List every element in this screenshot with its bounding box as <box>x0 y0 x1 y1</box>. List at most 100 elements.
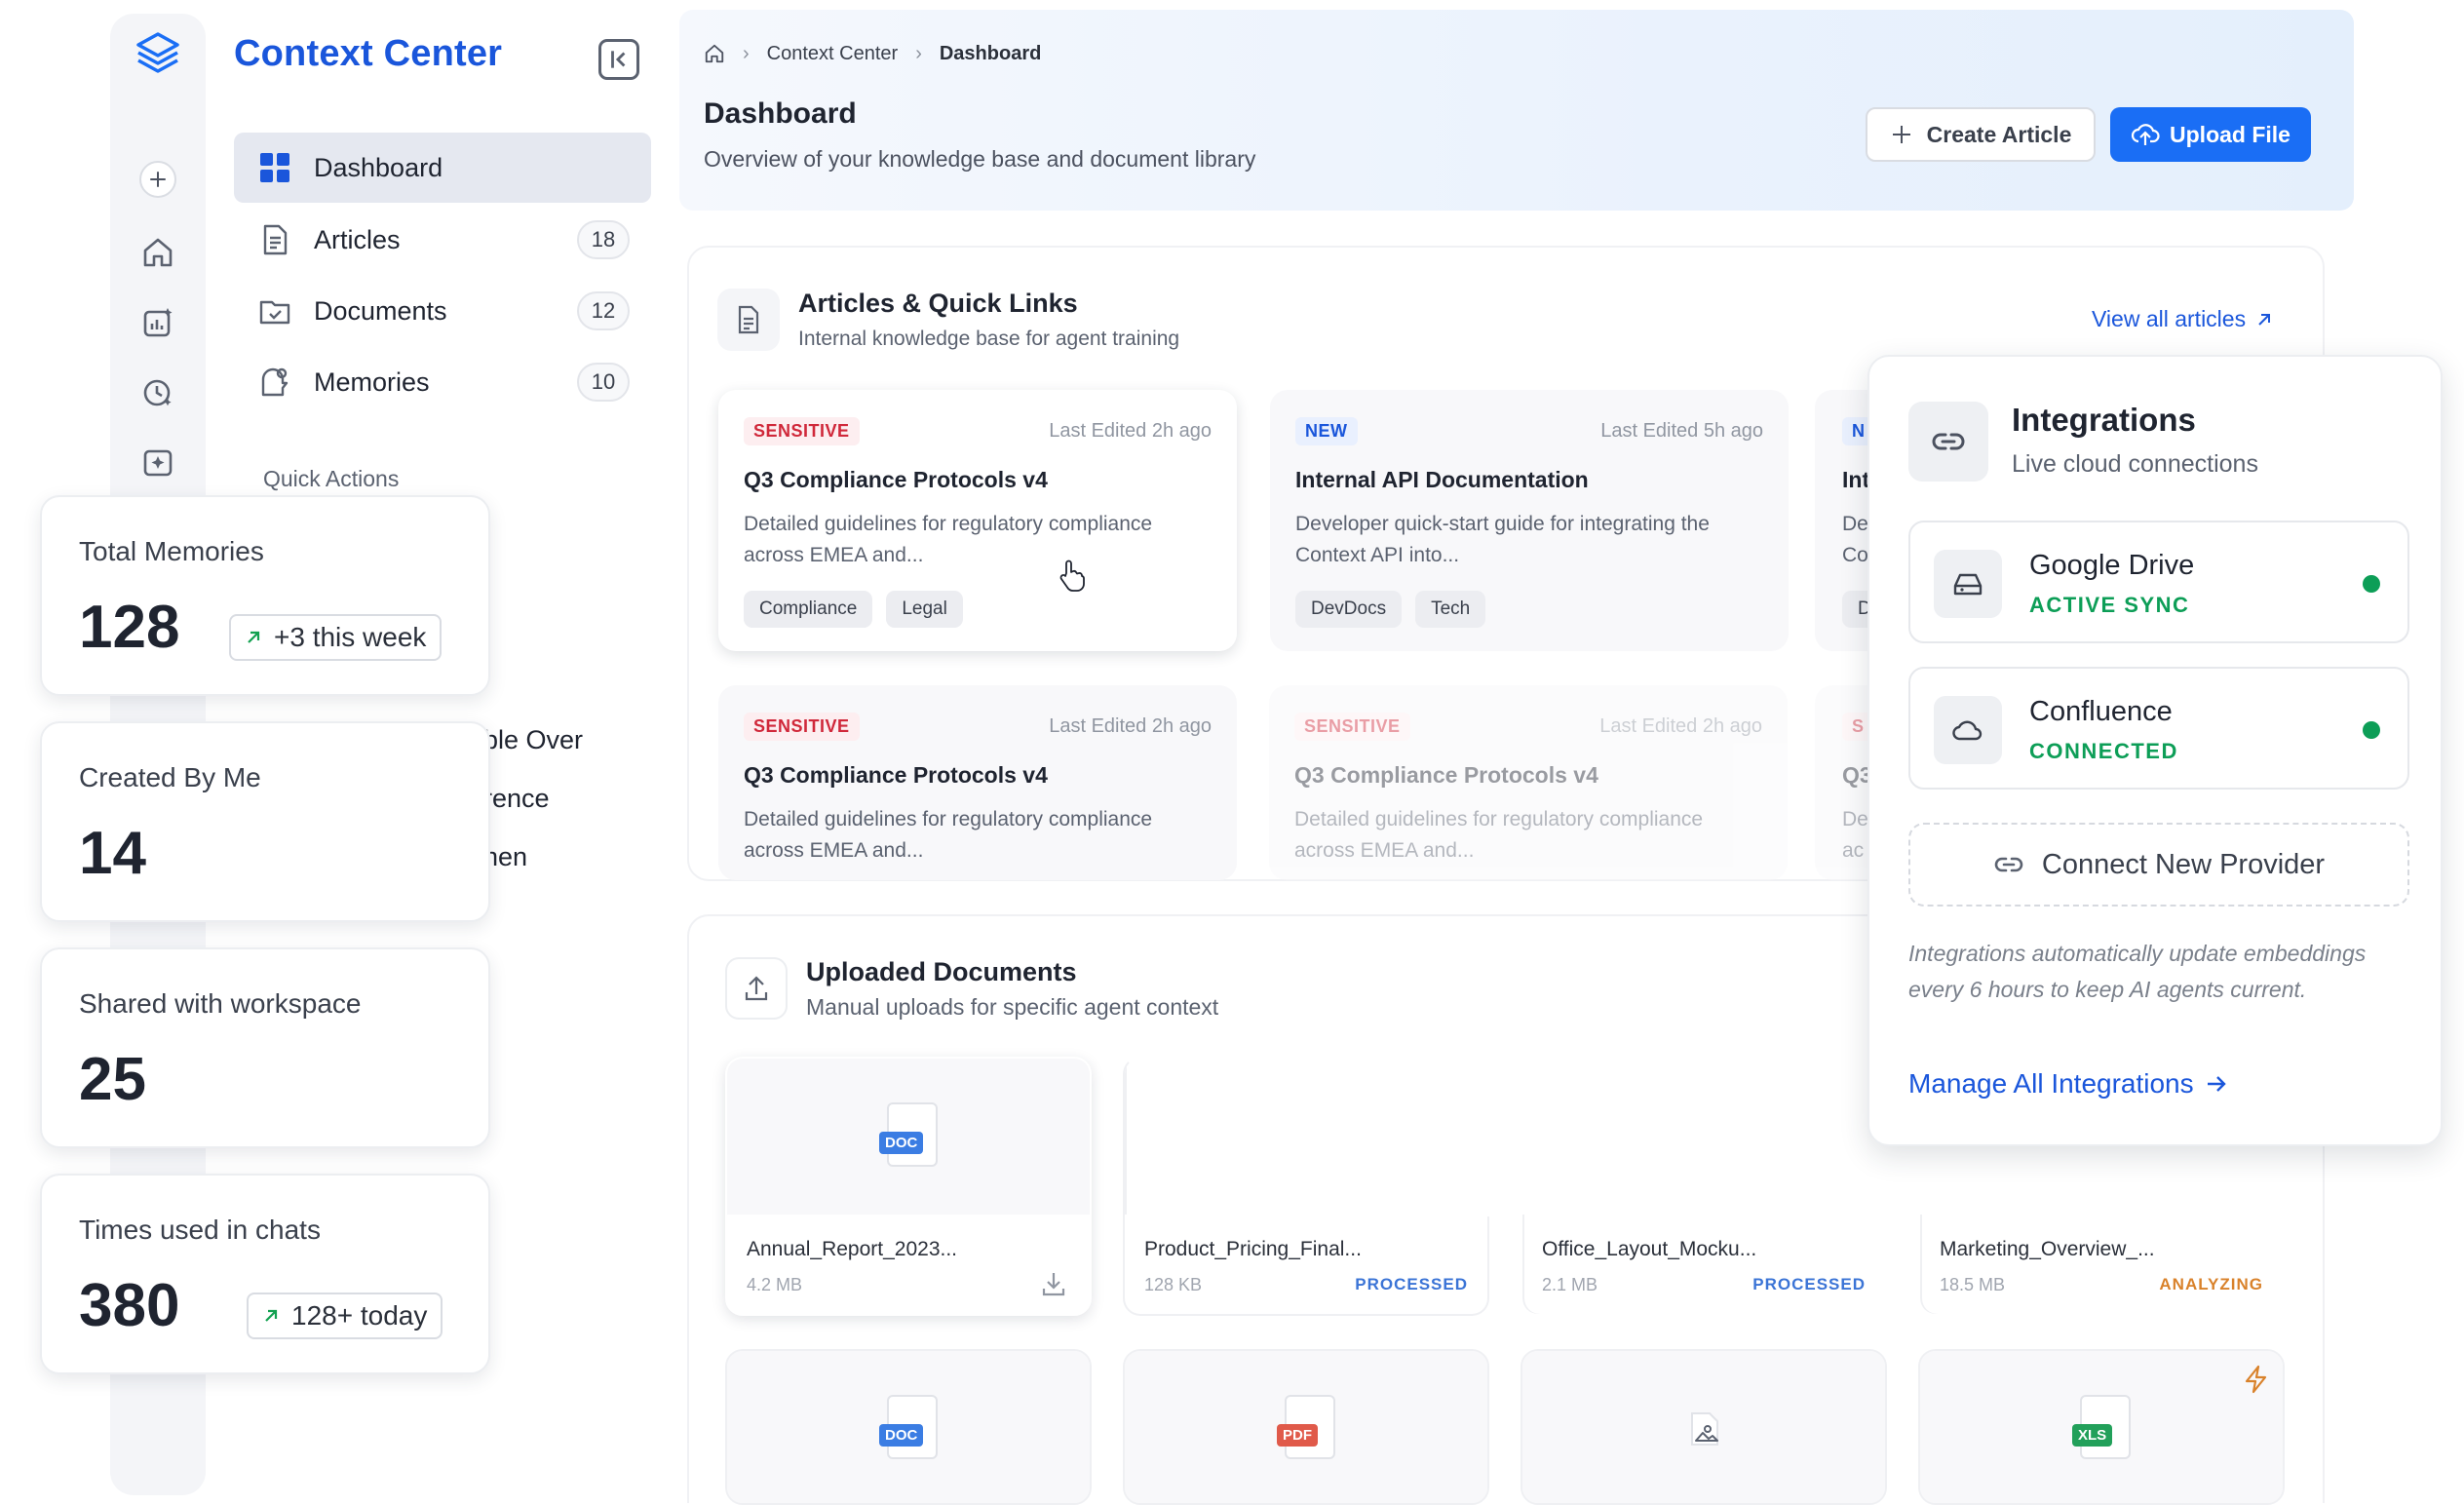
quick-action-item[interactable]: ble Over <box>483 725 583 755</box>
last-edited: Last Edited 2h ago <box>1049 420 1212 442</box>
rail-analytics-button[interactable] <box>135 300 180 345</box>
lightning-icon <box>2245 1365 2267 1394</box>
articles-count-badge: 18 <box>577 220 630 259</box>
stat-label: Shared with workspace <box>79 988 362 1019</box>
file-name: Office_Layout_Mocku... <box>1542 1238 1757 1260</box>
document-card[interactable]: Office_Layout_Mocku... 2.1 MB PROCESSED <box>1521 1057 1887 1316</box>
file-size: 18.5 MB <box>1940 1275 2006 1294</box>
article-card[interactable]: SENSITIVE Last Edited 2h ago Q3 Complian… <box>1269 685 1788 880</box>
last-edited: Last Edited 5h ago <box>1600 420 1763 442</box>
document-card[interactable]: PDF <box>1123 1349 1489 1505</box>
stat-card-created-by-me: Created By Me 14 <box>40 721 490 922</box>
status-badge: PROCESSED <box>1752 1275 1866 1293</box>
home-icon[interactable] <box>704 43 725 64</box>
quick-actions-title: Quick Actions <box>263 466 400 491</box>
memory-icon <box>255 363 294 402</box>
stat-label: Times used in chats <box>79 1215 321 1245</box>
file-size: 4.2 MB <box>747 1275 803 1294</box>
stat-value: 128 <box>79 594 180 661</box>
manage-integrations-label: Manage All Integrations <box>1908 1068 2194 1099</box>
article-description-line: Detailed guidelines for regulatory compl… <box>744 808 1153 830</box>
new-badge: NEW <box>1295 417 1358 445</box>
card-border <box>1522 1215 1885 1314</box>
upload-file-button[interactable]: Upload File <box>2110 107 2311 162</box>
rail-history-button[interactable] <box>135 370 180 415</box>
stat-card-total-memories: Total Memories 128 +3 this week <box>40 495 490 696</box>
file-name: Marketing_Overview_... <box>1940 1238 2155 1260</box>
sparkle-box-icon <box>143 449 173 477</box>
document-card[interactable]: DOC Annual_Report_2023... 4.2 MB <box>725 1057 1092 1316</box>
connect-provider-button[interactable]: Connect New Provider <box>1908 823 2409 907</box>
stat-label: Created By Me <box>79 762 261 792</box>
nav-item-articles[interactable]: Articles 18 <box>234 205 651 275</box>
nav-item-dashboard[interactable]: Dashboard <box>234 133 651 203</box>
quick-action-item[interactable]: rence <box>483 784 550 814</box>
article-title: Q3 Compliance Protocols v4 <box>744 762 1048 788</box>
analytics-icon <box>143 308 173 337</box>
sensitive-badge: SENSITIVE <box>1294 713 1410 741</box>
card-border <box>1920 1215 2283 1314</box>
provider-name: Google Drive <box>2029 550 2195 581</box>
stat-value: 25 <box>79 1046 146 1113</box>
tag-chip[interactable]: Tech <box>1415 591 1486 628</box>
tag-chip[interactable]: DevDocs <box>1295 591 1403 628</box>
rail-home-button[interactable] <box>135 230 180 275</box>
create-article-button[interactable]: Create Article <box>1866 107 2096 162</box>
file-name: Annual_Report_2023... <box>747 1238 957 1260</box>
document-thumbnail: DOC <box>727 1351 1090 1503</box>
nav-item-label: Memories <box>314 367 430 397</box>
cloud-icon <box>1934 696 2002 764</box>
tag-chip[interactable]: Compliance <box>744 591 873 628</box>
document-thumbnail: DOC <box>727 1059 1090 1215</box>
breadcrumb-current: Dashboard <box>939 42 1042 64</box>
file-name: Product_Pricing_Final... <box>1144 1238 1362 1260</box>
download-icon[interactable] <box>1039 1269 1068 1298</box>
nav-item-memories[interactable]: Memories 10 <box>234 347 651 417</box>
stat-delta-badge: +3 this week <box>229 614 443 661</box>
rail-memory-button[interactable] <box>135 441 180 485</box>
page-title: Dashboard <box>704 97 857 130</box>
sensitive-badge: SENSITIVE <box>744 417 860 445</box>
arrow-right-icon <box>2207 1076 2226 1092</box>
breadcrumb-item[interactable]: Context Center <box>767 43 899 65</box>
folder-check-icon <box>255 291 294 330</box>
home-icon <box>143 238 173 267</box>
stat-card-shared: Shared with workspace 25 <box>40 947 490 1148</box>
view-all-articles-link[interactable]: View all articles <box>2092 306 2273 332</box>
provider-google-drive[interactable]: Google Drive ACTIVE SYNC <box>1908 521 2409 643</box>
upload-icon <box>725 957 788 1020</box>
file-type-label: DOC <box>879 1424 924 1447</box>
stat-delta-badge: 128+ today <box>247 1293 443 1339</box>
stat-card-times-used: Times used in chats 380 128+ today <box>40 1174 490 1374</box>
article-description-line: Context API into... <box>1295 544 1460 566</box>
arrow-up-right-icon <box>265 1309 278 1322</box>
chevron-right-icon: › <box>915 42 922 64</box>
cloud-upload-icon <box>2131 124 2160 145</box>
manage-integrations-link[interactable]: Manage All Integrations <box>1908 1068 2229 1100</box>
file-size: 128 KB <box>1144 1275 1203 1294</box>
stat-delta-text: +3 this week <box>274 622 427 652</box>
new-chat-button[interactable] <box>139 161 176 198</box>
document-card[interactable]: DOC <box>725 1349 1092 1505</box>
article-description-line: across EMEA and... <box>1294 839 1475 862</box>
stat-value: 14 <box>79 820 146 887</box>
document-card[interactable]: XLS <box>1918 1349 2285 1505</box>
nav-item-documents[interactable]: Documents 12 <box>234 276 651 346</box>
document-card[interactable] <box>1521 1349 1887 1505</box>
provider-status: CONNECTED <box>2029 739 2178 763</box>
nav-item-label: Articles <box>314 224 401 254</box>
tag-chip[interactable]: Legal <box>886 591 963 628</box>
plus-icon <box>1892 126 1910 143</box>
provider-name: Confluence <box>2029 696 2173 727</box>
documents-title: Uploaded Documents <box>806 957 1077 986</box>
nav-item-label: Dashboard <box>314 152 443 182</box>
page-subtitle: Overview of your knowledge base and docu… <box>704 146 1256 172</box>
provider-confluence[interactable]: Confluence CONNECTED <box>1908 667 2409 790</box>
collapse-sidebar-button[interactable] <box>598 39 639 80</box>
arrow-up-right-icon <box>248 631 260 643</box>
article-description-line: Detailed guidelines for regulatory compl… <box>1294 808 1704 830</box>
article-card[interactable]: NEW Last Edited 5h ago Internal API Docu… <box>1270 390 1789 651</box>
article-card[interactable]: SENSITIVE Last Edited 2h ago Q3 Complian… <box>718 685 1237 880</box>
article-title: Internal API Documentation <box>1295 467 1589 492</box>
article-card[interactable]: SENSITIVE Last Edited 2h ago Q3 Complian… <box>718 390 1237 651</box>
